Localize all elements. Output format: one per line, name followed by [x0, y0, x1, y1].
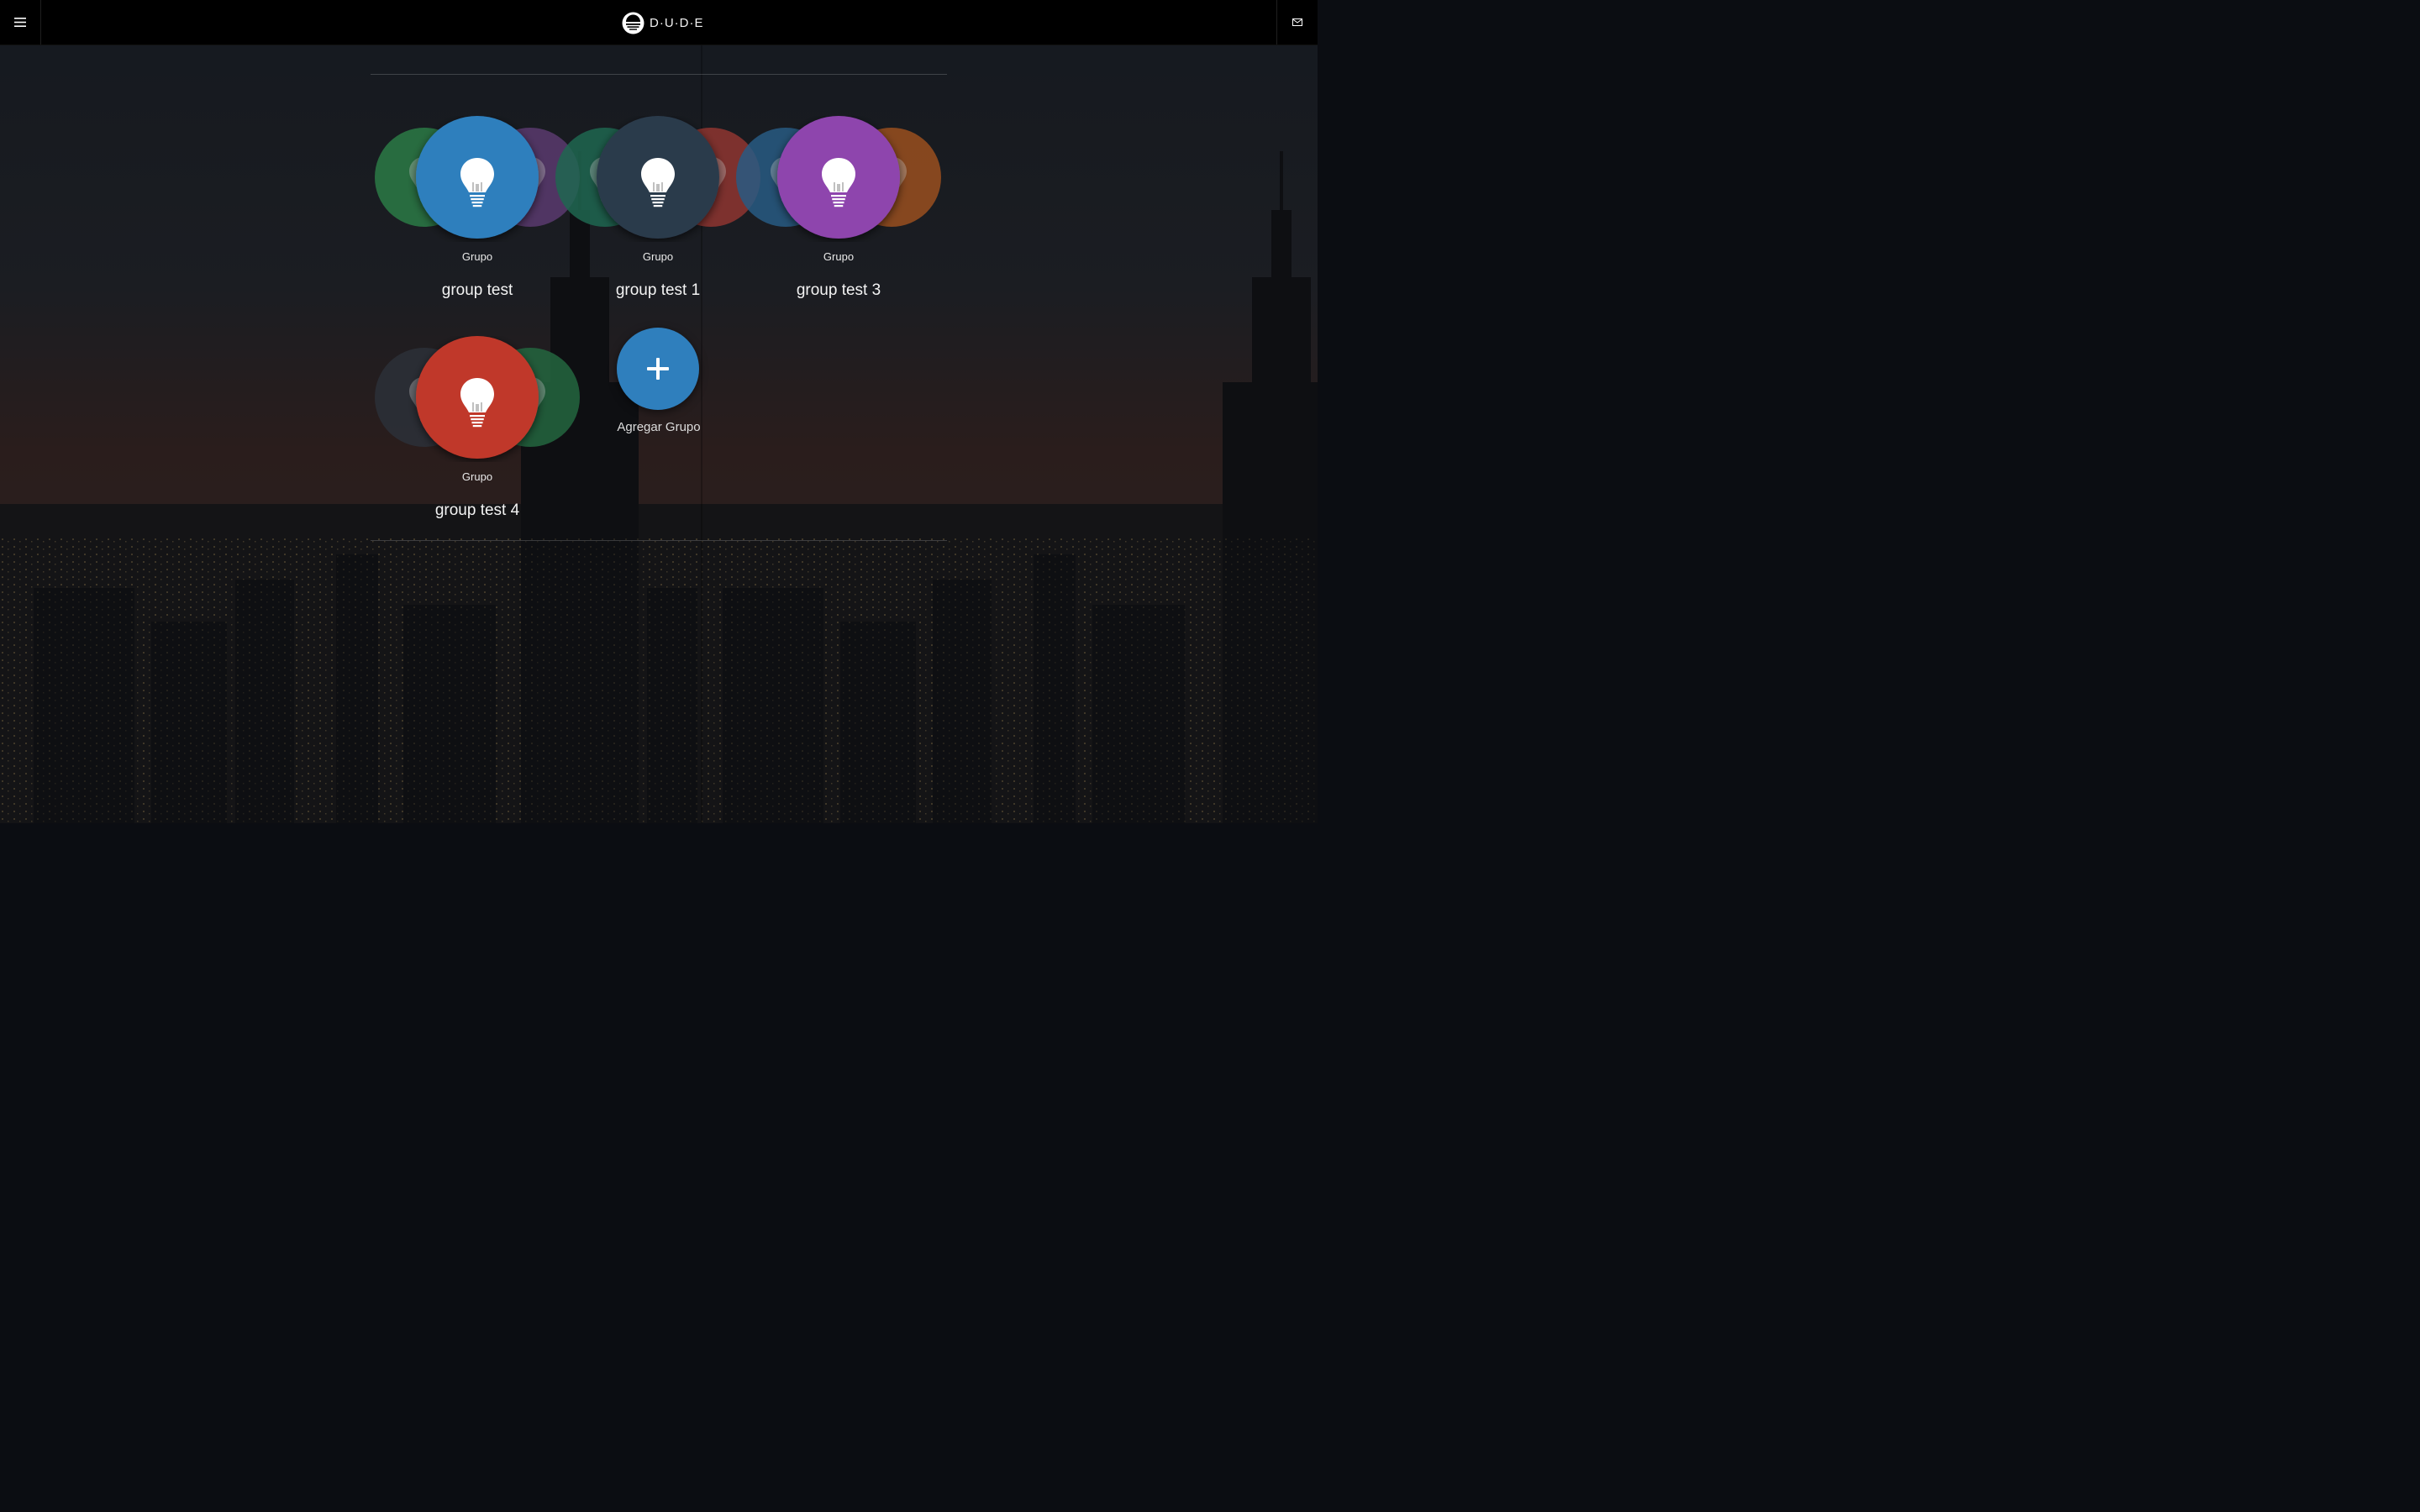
- add-group-circle[interactable]: [617, 328, 699, 410]
- group-card[interactable]: Grupo group test: [372, 116, 582, 309]
- group-card[interactable]: Grupo group test 3: [734, 116, 944, 309]
- group-card[interactable]: Grupo group test 4: [372, 336, 582, 529]
- group-card[interactable]: Grupo group test 1: [553, 116, 763, 309]
- bottom-divider: [371, 540, 947, 541]
- add-group-label: Agregar Grupo: [617, 420, 701, 434]
- group-icon-cluster[interactable]: [372, 336, 582, 462]
- mail-icon: [1292, 18, 1302, 26]
- dude-logo-icon: [622, 12, 644, 34]
- top-divider: [371, 74, 947, 75]
- add-group-button[interactable]: Agregar Grupo: [617, 328, 701, 441]
- group-icon-cluster[interactable]: [372, 116, 582, 242]
- menu-button[interactable]: [0, 0, 41, 45]
- group-name: group test 1: [615, 281, 701, 299]
- plus-icon: [647, 358, 669, 380]
- group-name: group test 4: [434, 501, 520, 519]
- group-icon-cluster[interactable]: [553, 116, 763, 242]
- group-name: group test: [441, 281, 513, 299]
- group-name: group test 3: [796, 281, 881, 299]
- group-type-label: Grupo: [642, 250, 674, 263]
- brand-name: D·U·D·E: [650, 15, 704, 30]
- brand-logo[interactable]: D·U·D·E: [622, 11, 704, 34]
- group-type-label: Grupo: [461, 470, 493, 483]
- mail-button[interactable]: [1276, 0, 1318, 45]
- group-icon-cluster[interactable]: [734, 116, 944, 242]
- group-type-label: Grupo: [461, 250, 493, 263]
- top-navigation-bar: D·U·D·E: [0, 0, 1318, 45]
- hamburger-menu-icon: [14, 18, 26, 27]
- group-type-label: Grupo: [823, 250, 855, 263]
